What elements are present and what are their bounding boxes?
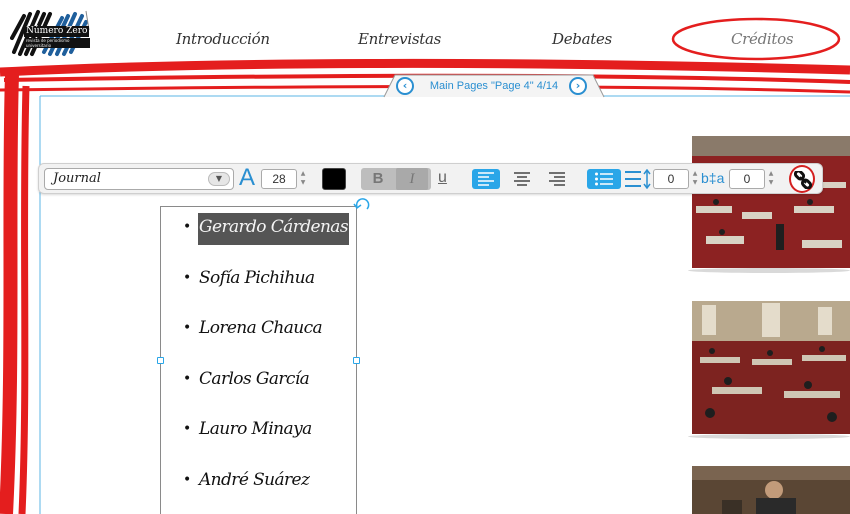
line-spacing-stepper[interactable]: ▲ ▼ xyxy=(690,169,700,189)
letter-spacing-icon: b‡a xyxy=(701,170,725,186)
letter-spacing-input[interactable]: 0 xyxy=(729,169,765,189)
bold-button[interactable]: B xyxy=(362,168,394,190)
resize-handle-left[interactable] xyxy=(157,357,164,364)
bullet: • xyxy=(183,269,191,286)
italic-button[interactable]: I xyxy=(396,168,428,190)
page-navigator: ‹ Main Pages "Page 4" 4/14 › xyxy=(383,74,605,98)
credit-name: André Suárez xyxy=(199,469,310,490)
bullet: • xyxy=(183,471,191,488)
next-page-button[interactable]: › xyxy=(569,77,587,95)
underline-button[interactable]: u xyxy=(438,168,447,188)
link-button[interactable] xyxy=(789,165,815,193)
nav-introduccion[interactable]: Introducción xyxy=(176,30,270,48)
rotate-icon[interactable] xyxy=(353,195,373,213)
credit-name: Lauro Minaya xyxy=(199,419,312,439)
logo-subtitle: revista de periodismo universitario xyxy=(25,38,90,48)
photo-shadow xyxy=(688,268,850,273)
page-indicator: Main Pages "Page 4" 4/14 xyxy=(429,80,559,92)
align-left-icon xyxy=(478,172,494,186)
photo-congress-2[interactable] xyxy=(692,301,850,434)
congress-session-image xyxy=(692,301,850,434)
site-logo[interactable]: Número Zero revista de periodismo univer… xyxy=(10,8,90,58)
list-item[interactable]: • André Suárez xyxy=(183,461,349,512)
list-item[interactable]: • Carlos García xyxy=(183,360,349,411)
logo-title: Número Zero xyxy=(24,26,90,37)
page-frame xyxy=(0,58,850,514)
font-size-stepper[interactable]: ▲ ▼ xyxy=(298,169,308,189)
list-item[interactable]: • Sofía Pichihua xyxy=(183,259,349,310)
prev-page-button[interactable]: ‹ xyxy=(396,77,414,95)
letter-spacing-stepper[interactable]: ▲ ▼ xyxy=(766,169,776,189)
photo-congress-1[interactable] xyxy=(692,136,850,268)
credit-name: Gerardo Cárdenas xyxy=(198,213,349,245)
font-family-select[interactable]: Journal ▼ xyxy=(44,168,234,190)
list-item[interactable]: • Lorena Chauca xyxy=(183,309,349,360)
bullet: • xyxy=(183,421,191,437)
bullet-list-icon xyxy=(595,172,613,186)
nav-entrevistas[interactable]: Entrevistas xyxy=(358,30,441,48)
font-size-input[interactable]: 28 xyxy=(261,169,297,189)
bullet: • xyxy=(183,219,191,235)
photo-shadow xyxy=(688,434,850,439)
nav-creditos[interactable]: Créditos xyxy=(731,30,794,48)
text-format-toolbar: Journal ▼ A 28 ▲ ▼ B I u 0 ▲ ▼ b‡a 0 ▲ ▼ xyxy=(38,163,823,194)
list-item[interactable]: • Gerardo Cárdenas xyxy=(183,208,349,259)
align-right-button[interactable] xyxy=(543,169,571,189)
align-right-icon xyxy=(549,172,565,186)
nav-debates[interactable]: Debates xyxy=(552,30,612,48)
credit-name: Sofía Pichihua xyxy=(199,267,315,288)
align-center-button[interactable] xyxy=(508,169,536,189)
photo-congress-3[interactable] xyxy=(692,466,850,514)
chain-link-icon xyxy=(794,171,812,189)
bullet: • xyxy=(183,320,191,336)
congress-speaker-image xyxy=(692,466,850,514)
text-color-swatch[interactable] xyxy=(322,168,346,190)
bullet-list-button[interactable] xyxy=(587,169,621,189)
line-spacing-input[interactable]: 0 xyxy=(653,169,689,189)
align-center-icon xyxy=(514,172,530,186)
bullet: • xyxy=(183,370,191,387)
font-size-icon: A xyxy=(239,164,256,191)
align-left-button[interactable] xyxy=(472,169,500,189)
font-family-value: Journal xyxy=(53,171,101,186)
chevron-down-icon[interactable]: ▼ xyxy=(208,172,230,186)
congress-hall-image xyxy=(692,136,850,268)
resize-handle-right[interactable] xyxy=(353,357,360,364)
line-spacing-icon xyxy=(625,169,651,189)
credit-name: Carlos García xyxy=(199,368,310,389)
text-style-group: B I xyxy=(361,168,431,190)
credit-name: Lorena Chauca xyxy=(199,318,323,338)
credits-list: • Gerardo Cárdenas • Sofía Pichihua • Lo… xyxy=(183,208,349,511)
list-item[interactable]: • Lauro Minaya xyxy=(183,410,349,461)
